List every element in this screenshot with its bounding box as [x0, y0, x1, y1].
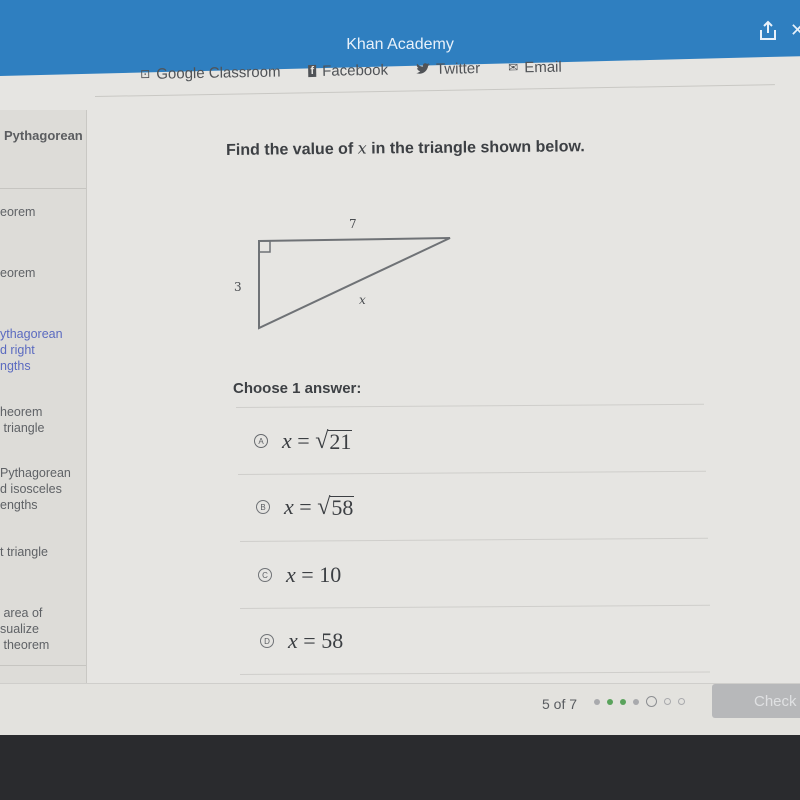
divider: [0, 665, 86, 666]
sidebar: Pythagorean eorem eorem ythagorean d rig…: [0, 110, 87, 690]
divider: [238, 470, 706, 475]
progress-dot: [633, 698, 639, 705]
sidebar-item[interactable]: heorem triangle: [0, 404, 84, 436]
share-google-classroom[interactable]: ⊡ Google Classroom: [140, 63, 281, 82]
email-icon: ✉: [508, 60, 519, 75]
choice-expression: x = √ 58: [284, 494, 355, 520]
divider: [236, 403, 704, 408]
sidebar-heading: Pythagorean: [4, 128, 83, 143]
choice-a[interactable]: A x = √ 21: [254, 428, 353, 454]
value: 58: [321, 628, 344, 653]
value: 10: [319, 562, 342, 587]
choose-prompt: Choose 1 answer:: [233, 380, 362, 397]
right-angle-marker: [258, 240, 271, 253]
equals: =: [297, 428, 310, 453]
progress-dot: [607, 698, 613, 705]
question-prefix: Find the value of: [226, 140, 358, 159]
label-top: 7: [349, 217, 357, 231]
triangle: [258, 237, 451, 330]
sidebar-item-active[interactable]: ythagorean d right ngths: [0, 326, 84, 374]
progress-dot: [620, 698, 626, 705]
progress-dot: [594, 698, 600, 705]
progress-text: 5 of 7: [542, 696, 578, 712]
choice-expression: x = 10: [286, 562, 341, 588]
lhs: x: [286, 562, 296, 587]
lhs: x: [284, 494, 294, 519]
sidebar-item[interactable]: eorem: [0, 265, 84, 281]
radio-c[interactable]: C: [258, 568, 272, 582]
screen: Khan Academy ✕ ⊡ Google Classroom f Face…: [0, 0, 800, 735]
choice-expression: x = √ 21: [282, 428, 353, 454]
label-hypotenuse: x: [359, 293, 366, 307]
sqrt: √ 58: [317, 494, 355, 520]
choice-b[interactable]: B x = √ 58: [256, 494, 355, 520]
sqrt: √ 21: [315, 428, 353, 454]
divider: [95, 84, 775, 97]
share-label: Twitter: [435, 59, 481, 78]
progress-dot: [664, 698, 671, 705]
lhs: x: [282, 428, 292, 453]
sidebar-item[interactable]: area of sualize theorem: [0, 605, 84, 653]
progress-dot: [678, 698, 685, 705]
share-facebook[interactable]: f Facebook: [308, 61, 388, 79]
share-icon[interactable]: [758, 20, 778, 42]
divider: [240, 604, 710, 609]
google-classroom-icon: ⊡: [140, 66, 151, 81]
sidebar-item[interactable]: eorem: [0, 204, 84, 220]
radio-b[interactable]: B: [256, 500, 270, 514]
close-icon[interactable]: ✕: [790, 20, 800, 41]
equals: =: [303, 628, 316, 653]
radio-d[interactable]: D: [260, 634, 274, 648]
facebook-icon: f: [308, 64, 317, 78]
share-label: Facebook: [321, 61, 389, 80]
radio-a[interactable]: A: [254, 434, 268, 448]
divider: [240, 537, 708, 542]
question-text: Find the value of x in the triangle show…: [226, 136, 585, 160]
equals: =: [301, 562, 314, 587]
check-button[interactable]: Check: [712, 684, 800, 718]
radicand: 21: [328, 429, 353, 454]
twitter-icon: [416, 62, 430, 74]
share-email[interactable]: ✉ Email: [508, 58, 562, 76]
progress-dot-current: [646, 696, 657, 707]
question-suffix: in the triangle shown below.: [366, 138, 585, 158]
triangle-figure: 7 3 x: [234, 217, 451, 330]
share-label: Google Classroom: [156, 63, 281, 83]
label-left: 3: [234, 280, 242, 294]
radical-icon: √: [315, 428, 329, 454]
radicand: 58: [330, 495, 355, 520]
sidebar-item[interactable]: Pythagorean d isosceles engths: [0, 465, 84, 513]
divider: [0, 188, 86, 189]
equals: =: [299, 494, 312, 519]
choice-expression: x = 58: [288, 628, 343, 654]
sidebar-item[interactable]: t triangle: [0, 544, 84, 560]
share-label: Email: [524, 58, 562, 76]
choice-d[interactable]: D x = 58: [260, 628, 343, 654]
app-title: Khan Academy: [346, 36, 454, 53]
radical-icon: √: [317, 494, 331, 520]
divider: [240, 671, 710, 675]
progress-dots: [594, 696, 685, 707]
lhs: x: [288, 628, 298, 653]
question-variable: x: [357, 138, 367, 158]
share-twitter[interactable]: Twitter: [416, 60, 480, 78]
footer: 5 of 7 Check: [0, 683, 800, 735]
choice-c[interactable]: C x = 10: [258, 562, 341, 588]
